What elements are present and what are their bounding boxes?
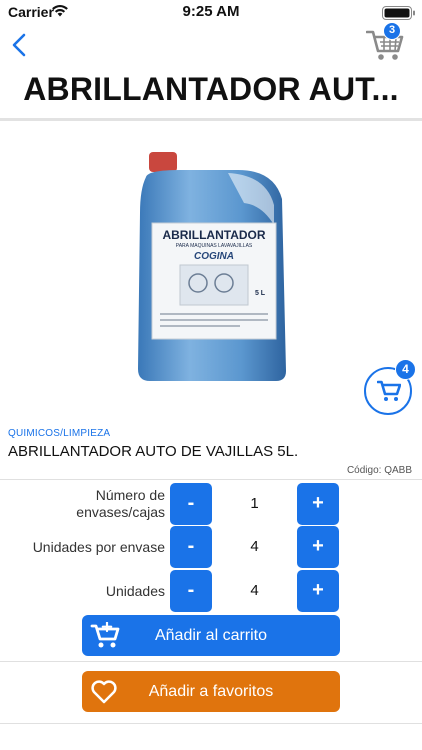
label-maker-text: COGINA	[194, 251, 234, 262]
status-time: 9:25 AM	[182, 3, 240, 20]
label-brand-text: ABRILLANTADOR	[162, 228, 265, 242]
quantity-row-label: Número de envases/cajas	[76, 487, 165, 520]
product-code: Código: QABB	[346, 465, 412, 476]
floating-cart-button[interactable]: 4	[364, 359, 416, 415]
floating-cart-count-badge: 4	[395, 359, 416, 380]
divider	[0, 723, 422, 724]
product-image: ABRILLANTADOR PARA MAQUINAS LAVAVAJILLAS…	[138, 152, 286, 381]
product-category-link[interactable]: QUIMICOS/LIMPIEZA	[8, 428, 110, 439]
units-minus-button[interactable]: -	[170, 570, 212, 612]
add-to-cart-label: Añadir al carrito	[154, 627, 268, 644]
add-to-favorites-label: Añadir a favoritos	[148, 683, 274, 700]
quantity-row-units-per-container: Unidades por envase - 4 +	[0, 526, 422, 568]
quantity-row-label: Unidades por envase	[32, 539, 165, 555]
label-volume-text: 5 L	[255, 290, 266, 297]
cart-count-badge: 3	[383, 22, 401, 40]
containers-plus-button[interactable]: +	[297, 483, 339, 525]
quantity-row-containers: Número de envases/cajas - 1 +	[0, 483, 422, 525]
divider	[0, 661, 422, 662]
units-value: 4	[250, 582, 259, 599]
units-per-container-minus-button[interactable]: -	[170, 526, 212, 568]
add-to-cart-button[interactable]: Añadir al carrito	[82, 615, 340, 656]
units-per-container-value: 4	[250, 538, 259, 555]
battery-icon	[382, 6, 415, 20]
label-sub-text: PARA MAQUINAS LAVAVAJILLAS	[176, 243, 253, 249]
product-name: ABRILLANTADOR AUTO DE VAJILLAS 5L.	[8, 443, 299, 460]
units-plus-button[interactable]: +	[297, 570, 339, 612]
divider	[0, 479, 422, 480]
page-title: ABRILLANTADOR AUT...	[23, 71, 399, 107]
quantity-row-label: Unidades	[105, 583, 165, 599]
quantity-row-units: Unidades - 4 +	[0, 570, 422, 612]
units-per-container-plus-button[interactable]: +	[297, 526, 339, 568]
containers-minus-button[interactable]: -	[170, 483, 212, 525]
title-divider	[0, 118, 422, 121]
containers-value: 1	[250, 495, 259, 512]
shopping-cart-icon	[377, 380, 401, 401]
header-cart-button[interactable]: 3	[365, 22, 406, 62]
add-to-favorites-button[interactable]: Añadir a favoritos	[82, 671, 340, 712]
back-chevron-icon[interactable]	[8, 30, 32, 60]
status-bar: Carrier 9:25 AM	[0, 0, 422, 24]
